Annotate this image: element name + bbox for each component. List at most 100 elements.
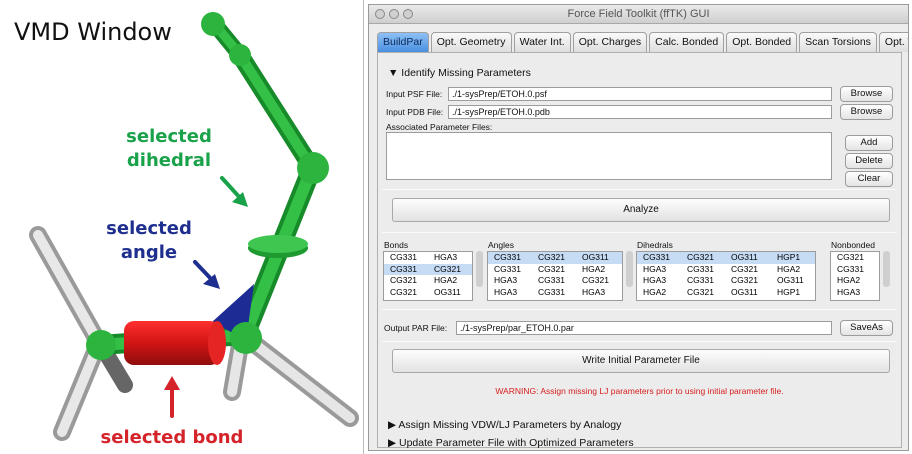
atom-type: HGA2 (837, 275, 861, 285)
divider (382, 309, 897, 310)
list-item[interactable]: CG321 HGA2 (384, 275, 472, 287)
atom-type: HGA3 (643, 275, 667, 285)
nonbonded-header: Nonbonded (831, 240, 875, 250)
saveas-button[interactable]: SaveAs (840, 320, 893, 336)
atom-type: HGA3 (643, 263, 667, 274)
atom-type: CG331 (538, 286, 565, 297)
list-item[interactable]: HGA3 CG331 CG321 HGA2 (637, 264, 815, 276)
pdb-file-label: Input PDB File: (386, 107, 444, 117)
atom-type: CG331 (538, 275, 565, 285)
list-item[interactable]: CG321 OG311 (384, 287, 472, 299)
bonds-scrollbar[interactable] (476, 251, 483, 287)
window-title: Force Field Toolkit (ffTK) GUI (567, 8, 710, 20)
tab-opt-bonded[interactable]: Opt. Bonded (726, 32, 798, 52)
list-item[interactable]: HGA3 CG331 CG321 (488, 275, 622, 287)
tab-opt-torsions[interactable]: Opt. Torsions (878, 32, 908, 52)
browse-psf-button[interactable]: Browse (840, 86, 893, 102)
atom-type: HGP1 (777, 252, 801, 262)
atom-type: CG321 (538, 263, 565, 274)
list-item[interactable]: HGA2 CG321 OG311 HGP1 (637, 287, 815, 299)
tab-scan-torsions[interactable]: Scan Torsions (799, 32, 877, 52)
window-titlebar: Force Field Toolkit (ffTK) GUI (369, 5, 908, 24)
selected-angle-label: selected angle (104, 217, 194, 265)
delete-button[interactable]: Delete (845, 153, 893, 169)
browse-pdb-button[interactable]: Browse (840, 104, 893, 120)
atom-type: CG331 (390, 252, 417, 262)
atom-type: HGA2 (777, 263, 801, 274)
atom-type: OG311 (777, 275, 804, 285)
atom-type: HGA2 (434, 275, 458, 285)
divider (382, 189, 897, 190)
identify-section-toggle[interactable]: ▼ Identify Missing Parameters (388, 67, 531, 79)
divider (382, 341, 897, 342)
list-item[interactable]: CG331 CG321 HGA2 (488, 264, 622, 276)
update-parameter-section-toggle[interactable]: ▶ Update Parameter File with Optimized P… (388, 437, 634, 449)
atom-type: HGA2 (643, 286, 667, 297)
list-item[interactable]: CG331 CG321 OG311 (488, 252, 622, 264)
angles-scrollbar[interactable] (626, 251, 633, 287)
write-initial-parameter-file-button[interactable]: Write Initial Parameter File (392, 349, 890, 373)
atom-type: CG331 (494, 263, 521, 274)
tab-water-int[interactable]: Water Int. (513, 32, 571, 52)
pdb-file-input[interactable]: ./1-sysPrep/ETOH.0.pdb (448, 105, 832, 119)
bonds-list[interactable]: CG331 HGA3 CG331 CG321 CG321 HGA2 CG321 OG31… (383, 251, 473, 301)
tab-opt-geometry[interactable]: Opt. Geometry (430, 32, 512, 52)
list-item[interactable]: CG331 (831, 264, 879, 276)
selected-dihedral-label: selected dihedral (124, 125, 214, 173)
list-item[interactable]: HGA3 CG331 HGA3 (488, 287, 622, 299)
atom-type: OG311 (731, 286, 758, 297)
atom-type: CG321 (390, 275, 417, 285)
add-button[interactable]: Add (845, 135, 893, 151)
dihedrals-list[interactable]: CG331 CG321 OG311 HGP1 HGA3 CG331 CG321 HGA2 H… (636, 251, 816, 301)
atom-type: CG321 (687, 252, 714, 262)
psf-file-input[interactable]: ./1-sysPrep/ETOH.0.psf (448, 87, 832, 101)
angle-label-line1: selected (106, 218, 192, 239)
angles-header: Angles (488, 240, 514, 250)
atom-type: OG311 (434, 286, 461, 297)
atom-type: CG331 (390, 263, 417, 274)
list-item[interactable]: CG331 CG321 OG311 HGP1 (637, 252, 815, 264)
atom-type: CG321 (434, 263, 461, 274)
associated-files-list[interactable] (386, 132, 832, 180)
list-item[interactable]: CG331 HGA3 (384, 252, 472, 264)
associated-files-label: Associated Parameter Files: (386, 122, 493, 132)
atom-type: CG321 (837, 252, 864, 262)
dihedral-label-line2: dihedral (126, 150, 212, 171)
angles-list[interactable]: CG331 CG321 OG311 CG331 CG321 HGA2 HGA3 CG331… (487, 251, 623, 301)
atom-type: OG311 (731, 252, 758, 262)
atom-type: CG321 (731, 263, 758, 274)
selected-bond-label: selected bond (100, 427, 244, 448)
atom-type: HGA3 (494, 286, 518, 297)
atom-type: CG331 (837, 263, 864, 274)
atom-type: HGA2 (582, 263, 606, 274)
list-item[interactable]: CG321 (831, 252, 879, 264)
vmd-window-title: VMD Window (14, 18, 172, 46)
lj-warning-text: WARNING: Assign missing LJ parameters pr… (495, 386, 784, 396)
output-par-input[interactable]: ./1-sysPrep/par_ETOH.0.par (456, 321, 832, 335)
atom-type: CG321 (390, 286, 417, 297)
list-item[interactable]: HGA3 (831, 287, 879, 299)
atom-type: CG331 (687, 275, 714, 285)
tab-calc-bonded[interactable]: Calc. Bonded (649, 32, 725, 52)
dihedral-label-line1: selected (126, 126, 212, 147)
tab-bar: BuildPar Opt. Geometry Water Int. Opt. C… (377, 32, 908, 52)
dihedrals-header: Dihedrals (637, 240, 673, 250)
list-item[interactable]: HGA3 CG331 CG321 OG311 (637, 275, 815, 287)
fftk-window: Force Field Toolkit (ffTK) GUI BuildPar … (368, 4, 909, 451)
tab-opt-charges[interactable]: Opt. Charges (572, 32, 648, 52)
atom-type: HGP1 (777, 286, 801, 297)
list-item[interactable]: CG331 CG321 (384, 263, 472, 275)
angle-label-line2: angle (120, 242, 178, 263)
analyze-button[interactable]: Analyze (392, 198, 890, 222)
psf-file-label: Input PSF File: (386, 89, 443, 99)
output-par-label: Output PAR File: (384, 323, 448, 333)
atom-type: HGA3 (837, 286, 861, 297)
list-item[interactable]: HGA2 (831, 275, 879, 287)
tab-buildpar[interactable]: BuildPar (377, 32, 429, 52)
atom-type: HGA3 (434, 252, 458, 262)
atom-type: CG331 (494, 252, 521, 262)
assign-vdw-section-toggle[interactable]: ▶ Assign Missing VDW/LJ Parameters by An… (388, 419, 621, 431)
nonbonded-scrollbar[interactable] (883, 251, 890, 287)
nonbonded-list[interactable]: CG321 CG331 HGA2 HGA3 (830, 251, 880, 301)
clear-button[interactable]: Clear (845, 171, 893, 187)
